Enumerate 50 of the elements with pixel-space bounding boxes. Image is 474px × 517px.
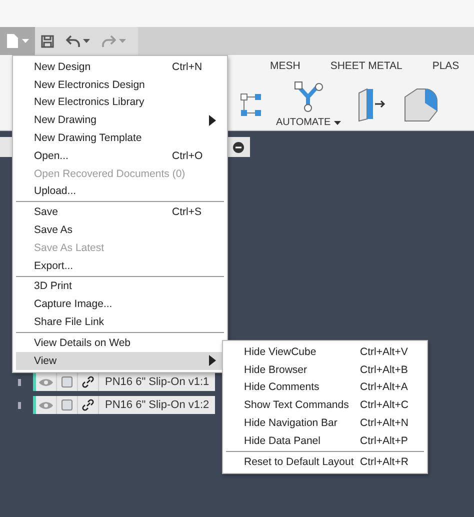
body-icon bbox=[61, 399, 73, 411]
automate-icon bbox=[293, 81, 324, 113]
drag-handle-icon bbox=[18, 378, 21, 386]
drag-handle-icon bbox=[18, 402, 21, 408]
browser-row[interactable]: PN16 6" Slip-On v1:1 bbox=[33, 373, 216, 391]
menu-item[interactable]: Hide ViewCube Ctrl+Alt+V bbox=[226, 343, 424, 361]
browser-row[interactable]: PN16 6" Slip-On v1:2 bbox=[33, 396, 216, 414]
menu-item[interactable]: Export... bbox=[16, 256, 224, 275]
minus-circle-icon bbox=[233, 142, 244, 152]
automate-dropdown[interactable]: AUTOMATE bbox=[276, 117, 341, 128]
save-icon bbox=[41, 34, 54, 48]
menu-item[interactable]: New Drawing bbox=[16, 111, 224, 130]
menu-item[interactable]: New Drawing Template bbox=[16, 129, 224, 147]
menu-item[interactable]: Save Ctrl+S bbox=[16, 203, 224, 222]
menu-item[interactable]: New Electronics Design bbox=[16, 76, 224, 94]
menu-item[interactable]: Save As bbox=[16, 221, 224, 239]
menu-item[interactable]: Show Text Commands Ctrl+Alt+C bbox=[226, 396, 424, 414]
submenu-arrow-icon bbox=[209, 114, 216, 126]
menu-item[interactable]: New Design Ctrl+N bbox=[16, 58, 224, 76]
eye-icon bbox=[39, 400, 53, 410]
document-icon bbox=[6, 33, 19, 49]
menu-item[interactable]: Capture Image... bbox=[16, 295, 224, 314]
bend-icon bbox=[402, 86, 439, 122]
menu-item[interactable]: View Details on Web bbox=[16, 334, 224, 352]
undo-icon bbox=[66, 35, 80, 47]
body-icon bbox=[61, 376, 73, 388]
ribbon-tab[interactable]: PLAS bbox=[432, 60, 460, 72]
menu-item[interactable]: Hide Browser Ctrl+Alt+B bbox=[226, 360, 424, 379]
submenu-arrow-icon bbox=[209, 355, 216, 366]
sketch-nodes-icon bbox=[240, 92, 262, 116]
ribbon-tab[interactable]: SHEET METAL bbox=[330, 60, 402, 72]
eye-icon bbox=[39, 378, 53, 386]
link-icon bbox=[82, 376, 94, 388]
redo-icon bbox=[102, 35, 116, 47]
menu-item[interactable]: Hide Data Panel Ctrl+Alt+P bbox=[226, 432, 424, 450]
link-icon bbox=[82, 399, 94, 411]
menu-item[interactable]: Hide Comments Ctrl+Alt+A bbox=[226, 378, 424, 396]
menu-item[interactable]: Upload... bbox=[16, 182, 224, 200]
caret-icon bbox=[334, 120, 341, 124]
caret-icon bbox=[119, 39, 126, 43]
menu-item[interactable]: 3D Print bbox=[16, 278, 224, 296]
menu-item[interactable]: New Electronics Library bbox=[16, 94, 224, 112]
caret-icon bbox=[22, 39, 29, 43]
menu-item[interactable]: Open... Ctrl+O bbox=[16, 146, 224, 165]
menu-item[interactable]: View bbox=[16, 352, 224, 370]
menu-item[interactable]: Hide Navigation Bar Ctrl+Alt+N bbox=[226, 414, 424, 432]
menu-item[interactable]: Share File Link bbox=[16, 313, 224, 331]
menu-item[interactable]: Reset to Default Layout Ctrl+Alt+R bbox=[226, 452, 424, 471]
caret-icon bbox=[83, 39, 90, 43]
ribbon-tab[interactable]: MESH bbox=[270, 60, 300, 72]
